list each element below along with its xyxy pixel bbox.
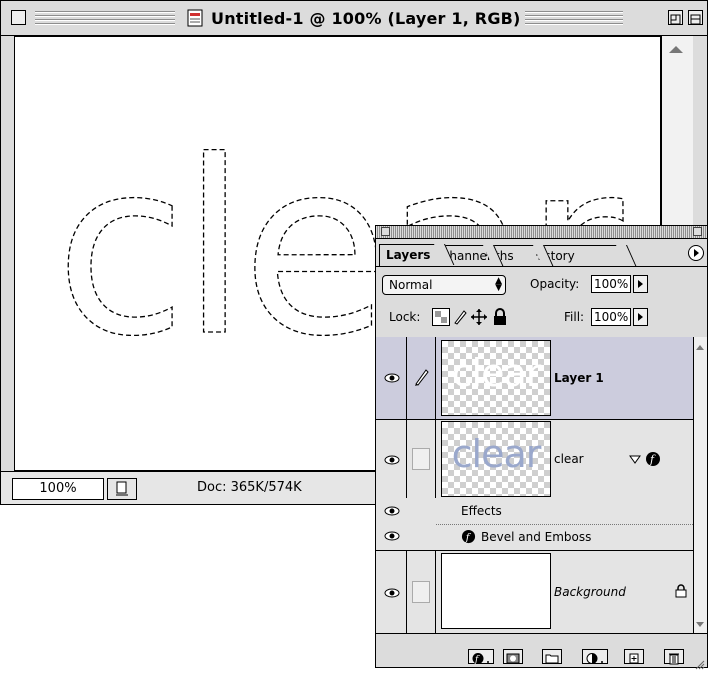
eye-icon[interactable] [384,588,400,598]
effect-icon: f [461,529,476,543]
palette-menu-button[interactable] [688,245,704,261]
layers-palette: History Paths Channels Layers Normal ▲▼ … [375,225,708,670]
lock-icon [675,584,687,598]
scroll-down-arrow-icon[interactable] [696,622,704,627]
opacity-slider-button[interactable] [633,275,648,293]
blend-row: Normal ▲ ▼ Opacity: 100% [376,267,707,299]
new-layer-button[interactable] [624,649,644,664]
visibility-column [376,551,407,633]
eye-icon[interactable] [384,506,400,516]
document-size-info[interactable]: Doc: 365K/574K [197,480,302,495]
tab-layers[interactable]: Layers [379,244,455,266]
layer-thumbnail[interactable]: clear [441,421,551,497]
collapse-box-button[interactable] [688,10,703,25]
title-stripes [35,10,175,26]
effect-item-row[interactable]: f Bevel and Emboss [436,524,693,550]
palette-tabs: History Paths Channels Layers [376,239,707,267]
visibility-column [376,498,407,550]
palette-zoom-button[interactable] [693,227,702,236]
window-title: Untitled-1 @ 100% (Layer 1, RGB) [187,7,525,29]
resize-grip-icon[interactable] [695,655,705,670]
lock-paint-brush-icon[interactable] [452,308,468,326]
fill-field[interactable]: 100% [591,308,631,326]
layer-thumbnail[interactable] [441,553,551,629]
zoom-level-field[interactable]: 100% [12,478,104,500]
add-layer-style-button[interactable]: f [468,649,494,665]
trash-icon[interactable] [664,649,684,665]
layer-name[interactable]: Background [554,585,626,599]
expand-triangle-icon[interactable] [629,455,641,465]
status-menu-icon[interactable] [107,478,137,500]
layer-row-layer-1[interactable]: clear Layer 1 [376,337,693,419]
scroll-up-arrow-icon[interactable] [669,46,683,53]
link-box[interactable] [412,448,430,470]
effects-label: Effects [461,504,502,518]
new-set-folder-icon[interactable] [542,649,562,664]
link-box[interactable] [412,581,430,603]
window-title-text: Untitled-1 @ 100% (Layer 1, RGB) [207,8,525,28]
lock-transparency-icon[interactable] [432,308,450,326]
lock-position-icon[interactable] [470,308,488,326]
effects-group: Effects f Bevel and Emboss [376,498,693,550]
layer-name[interactable]: Layer 1 [554,371,604,385]
visibility-column [376,420,407,498]
layer-row-clear[interactable]: clear clear f [376,420,693,498]
layers-scrollbar[interactable] [693,337,707,633]
paintbrush-icon[interactable] [413,367,431,387]
new-adjustment-layer-button[interactable] [582,649,608,664]
close-box-button[interactable] [11,10,26,25]
layer-row-background[interactable]: Background [376,551,693,633]
opacity-field[interactable]: 100% [591,275,631,293]
link-column [407,337,436,419]
fill-label: Fill: [564,310,585,324]
effect-name: Bevel and Emboss [481,530,592,544]
lock-row: Lock: Fill: 100% [376,299,707,338]
palette-title-bar[interactable] [376,226,707,239]
layer-name[interactable]: clear [554,452,584,466]
zoom-box-button[interactable] [668,10,683,25]
thumbnail-text: clear [451,432,542,476]
layer-thumbnail[interactable]: clear [441,340,551,416]
add-mask-button[interactable] [503,649,523,664]
layers-list: clear Layer 1 clear clear f Effects f Be… [376,337,693,633]
document-icon [187,9,203,27]
title-stripes [523,10,623,26]
eye-icon[interactable] [384,531,400,541]
title-bar[interactable]: Untitled-1 @ 100% (Layer 1, RGB) [1,1,707,36]
link-column [407,420,436,498]
scroll-up-arrow-icon[interactable] [696,345,704,350]
stepper-arrows-icon: ▲ ▼ [495,276,502,293]
palette-close-button[interactable] [381,227,390,236]
layer-effects-icon[interactable]: f [645,451,661,467]
effects-row[interactable]: Effects [436,498,693,525]
blend-mode-select[interactable]: Normal ▲ ▼ [382,275,506,295]
visibility-column [376,337,407,419]
link-column [407,551,436,633]
palette-button-bar: f [376,633,707,670]
lock-label: Lock: [389,310,421,324]
eye-icon[interactable] [384,373,400,383]
fill-slider-button[interactable] [633,308,648,326]
opacity-label: Opacity: [530,277,580,291]
thumbnail-text: clear [451,351,542,395]
lock-all-icon[interactable] [491,308,509,326]
eye-icon[interactable] [384,455,400,465]
